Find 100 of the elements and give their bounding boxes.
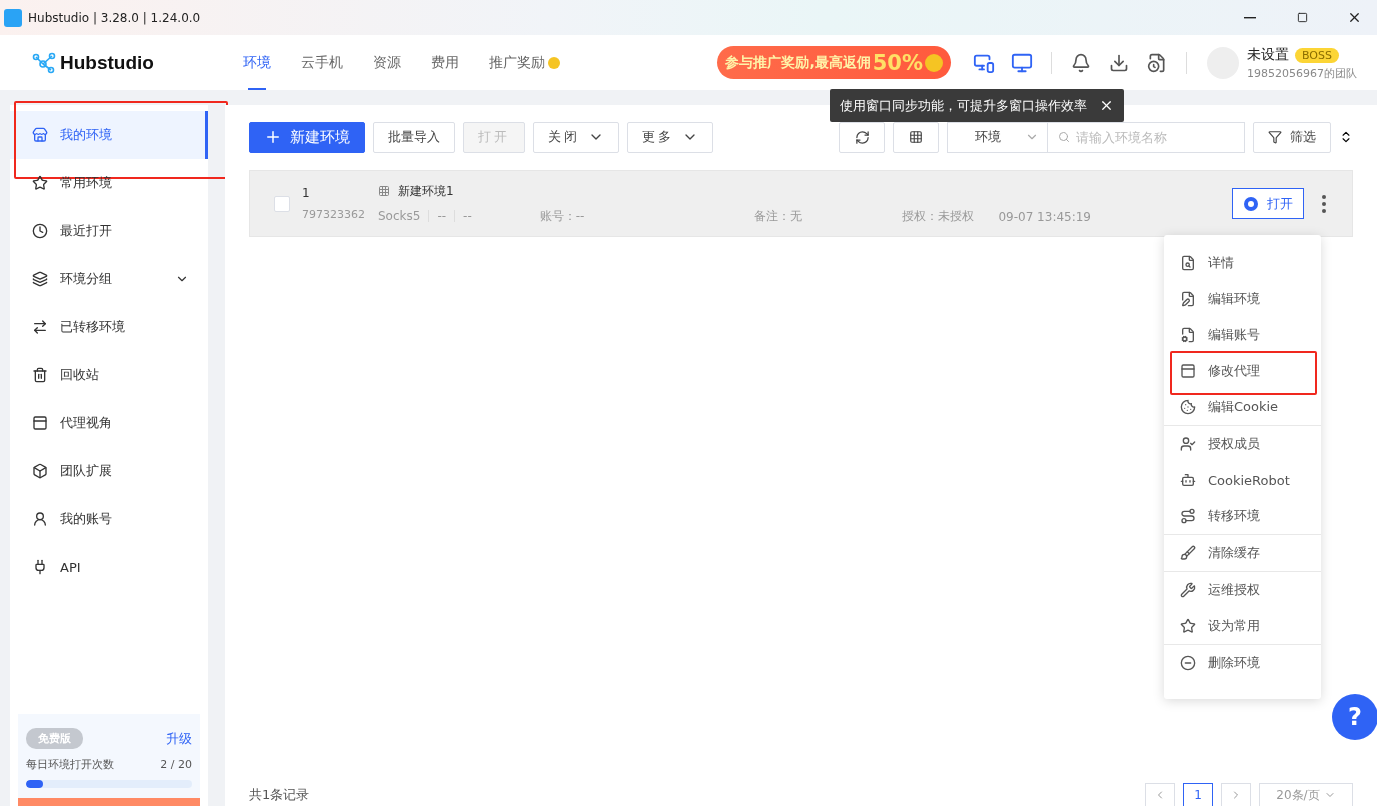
quota-value: 2 / 20 — [160, 758, 192, 771]
menu-icon — [1180, 399, 1196, 415]
sidebar-icon — [32, 223, 48, 239]
filter-icon — [1268, 130, 1282, 144]
menu-icon — [1180, 436, 1196, 452]
tooltip-text: 使用窗口同步功能，可提升多窗口操作效率 — [840, 96, 1087, 115]
close-dropdown[interactable]: 关闭 — [533, 121, 619, 153]
menu-item[interactable]: 清除缓存 — [1164, 535, 1321, 571]
nav-tab[interactable]: 云手机 — [286, 35, 358, 90]
monitor-icon — [1011, 51, 1033, 74]
menu-icon — [1180, 582, 1196, 598]
menu-item[interactable]: 编辑Cookie — [1164, 389, 1321, 425]
refresh-button[interactable] — [839, 121, 885, 153]
search-field[interactable]: 请输入环境名称 — [1048, 121, 1245, 153]
total-count: 共1条记录 — [249, 786, 310, 804]
sidebar-icon — [32, 127, 48, 143]
grid-icon — [378, 185, 390, 197]
more-dropdown[interactable]: 更多 — [627, 121, 713, 153]
role-badge: BOSS — [1295, 48, 1339, 63]
menu-item[interactable]: 详情 — [1164, 245, 1321, 281]
user-name: 未设置 — [1247, 46, 1289, 62]
menu-item[interactable]: 转移环境 — [1164, 498, 1321, 534]
menu-icon — [1180, 545, 1196, 561]
menu-icon — [1180, 327, 1196, 343]
app-icon — [4, 8, 22, 27]
name-cell: 新建环境1 — [398, 182, 454, 200]
id-cell-text: 797323362 — [302, 208, 366, 221]
sidebar-item[interactable]: 我的环境 — [10, 111, 208, 159]
logo-icon — [32, 50, 56, 75]
sidebar-item[interactable]: API — [10, 543, 208, 591]
more-icon — [1322, 194, 1326, 213]
menu-item[interactable]: 运维授权 — [1164, 572, 1321, 608]
logo-text: Hubstudio — [60, 51, 154, 74]
maximize-icon — [1296, 12, 1308, 23]
menu-icon — [1180, 363, 1196, 379]
sidebar-item[interactable]: 团队扩展 — [10, 447, 208, 495]
quota-label: 每日环境打开次数 — [26, 757, 114, 772]
search-icon — [1058, 130, 1070, 144]
environment-row[interactable]: 1 797323362 新建环境1 Socks5 -- -- 账号：-- 备注：无 授权：未授权 09-07 13:45:19 打开 — [249, 170, 1353, 237]
auth-cell: 授权：未授权 — [902, 208, 975, 225]
sidebar-icon — [32, 463, 48, 479]
download-icon — [1109, 52, 1129, 73]
plus-icon — [264, 128, 282, 146]
plan-badge: 免费版 — [26, 728, 83, 749]
menu-item[interactable]: 修改代理 — [1164, 353, 1321, 389]
open-button[interactable]: 打开 — [1232, 188, 1304, 219]
coin-icon — [925, 53, 943, 72]
grid-icon — [909, 130, 923, 144]
region-cell: -- — [463, 209, 472, 223]
upgrade-link[interactable]: 升级 — [166, 729, 192, 748]
close-icon[interactable] — [1099, 98, 1114, 113]
sidebar-item[interactable]: 代理视角 — [10, 399, 208, 447]
account-cell: 账号：-- — [539, 207, 585, 225]
index-cell-text: 1 — [302, 186, 311, 200]
nav-tab[interactable]: 费用 — [416, 35, 474, 90]
nav-tab[interactable]: 资源 — [358, 35, 416, 90]
menu-item[interactable]: 编辑环境 — [1164, 281, 1321, 317]
menu-item[interactable]: 设为常用 — [1164, 608, 1321, 644]
sidebar-item[interactable]: 常用环境 — [10, 159, 208, 207]
menu-icon — [1180, 618, 1196, 634]
refresh-icon — [854, 129, 870, 145]
sidebar-icon — [32, 511, 48, 527]
time-cell: 09-07 13:45:19 — [998, 209, 1091, 224]
filter-button[interactable]: 筛选 — [1253, 121, 1331, 153]
environment-select[interactable]: 环境 — [947, 121, 1048, 153]
file-clock-icon — [1147, 52, 1167, 73]
sidebar-icon — [32, 415, 48, 431]
grid-button[interactable] — [893, 121, 939, 153]
menu-icon — [1180, 291, 1196, 307]
sidebar-icon — [32, 367, 48, 383]
new-environment-button[interactable]: 新建环境 — [249, 121, 365, 153]
row-checkbox[interactable] — [274, 195, 290, 212]
menu-item[interactable]: 编辑账号 — [1164, 317, 1321, 353]
sidebar-item[interactable]: 环境分组 — [10, 255, 208, 303]
sidebar-item[interactable]: 我的账号 — [10, 495, 208, 543]
coin-icon — [548, 56, 560, 69]
menu-icon — [1180, 655, 1196, 671]
sidebar-icon — [32, 271, 48, 287]
sidebar-item[interactable]: 回收站 — [10, 351, 208, 399]
page-button[interactable]: 1 — [1183, 783, 1213, 806]
window-title: Hubstudio | 3.28.0 | 1.24.0.0 — [28, 10, 202, 25]
menu-icon — [1180, 255, 1196, 271]
import-button[interactable]: 批量导入 — [373, 121, 455, 153]
sidebar-item[interactable]: 最近打开 — [10, 207, 208, 255]
menu-item[interactable]: 删除环境 — [1164, 645, 1321, 681]
ip-cell: -- — [437, 209, 447, 223]
remark-cell: 备注：无 — [754, 208, 803, 225]
bell-icon — [1071, 52, 1091, 73]
sidebar-item[interactable]: 已转移环境 — [10, 303, 208, 351]
nav-tab[interactable]: 推广奖励 — [474, 35, 575, 90]
sidebar-icon — [32, 319, 48, 335]
sidebar-icon — [32, 175, 48, 191]
browser-icon — [1243, 195, 1259, 212]
minimize-icon — [1244, 16, 1256, 19]
menu-item[interactable]: 授权成员 — [1164, 426, 1321, 462]
nav-tab[interactable]: 环境 — [228, 35, 286, 90]
menu-icon — [1180, 508, 1196, 524]
team-name: 19852056967的团队 — [1247, 66, 1357, 81]
sidebar-icon — [32, 559, 48, 575]
menu-item[interactable]: CookieRobot — [1164, 462, 1321, 498]
